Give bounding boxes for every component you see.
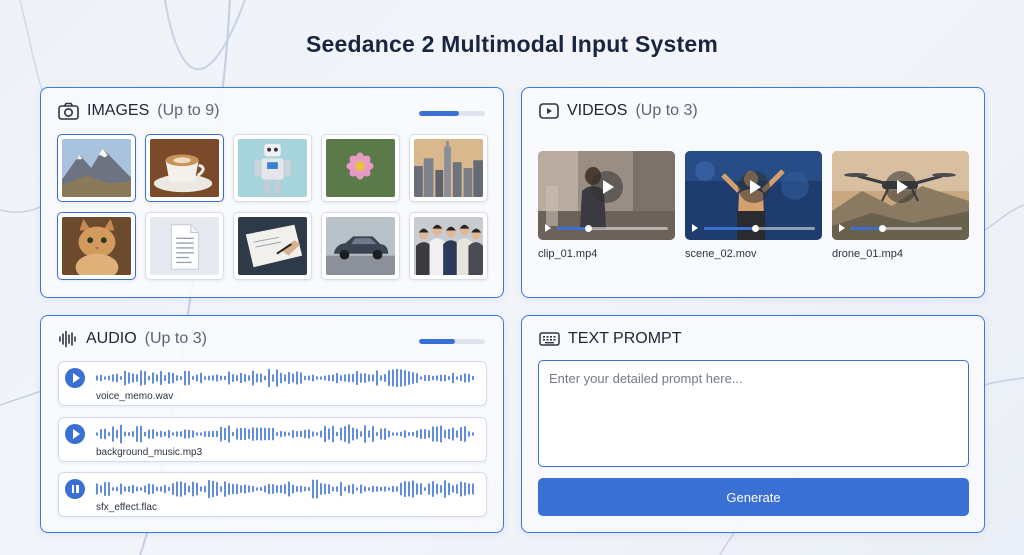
audio-track[interactable]: sfx_effect.flac — [58, 472, 487, 517]
pause-icon[interactable] — [65, 479, 85, 499]
video-card[interactable]: clip_01.mp4 — [538, 151, 675, 260]
image-thumb-mountains[interactable] — [57, 134, 136, 202]
play-icon[interactable] — [65, 368, 85, 388]
audio-track[interactable]: voice_memo.wav — [58, 361, 487, 406]
image-thumb-pink-flower[interactable] — [321, 134, 400, 202]
image-thumb-city-skyline[interactable] — [409, 134, 488, 202]
text-prompt-header: TEXT PROMPT — [539, 328, 682, 350]
text-prompt-title: TEXT PROMPT — [568, 330, 682, 347]
video-scrubber[interactable] — [557, 224, 668, 232]
video-card[interactable]: drone_01.mp4 — [832, 151, 969, 260]
video-thumbnail[interactable] — [685, 151, 822, 240]
text-prompt-panel: TEXT PROMPT Generate — [521, 315, 985, 533]
video-thumbnail[interactable] — [832, 151, 969, 240]
play-icon[interactable] — [65, 424, 85, 444]
images-limit: (Up to 9) — [157, 102, 220, 119]
play-icon[interactable] — [737, 171, 770, 204]
images-progress-bar — [419, 111, 485, 116]
videos-panel: VIDEOS (Up to 3) clip_01.mp4 scene_02.mo… — [521, 87, 985, 298]
video-controls[interactable] — [692, 224, 815, 232]
waveform-icon — [58, 330, 78, 348]
images-progress-fill — [419, 111, 459, 116]
image-thumb-coffee-cup[interactable] — [145, 134, 224, 202]
play-small-icon[interactable] — [692, 224, 698, 232]
waveform[interactable] — [95, 479, 479, 499]
video-filename: scene_02.mov — [685, 248, 757, 260]
waveform[interactable] — [95, 368, 479, 388]
video-filename: drone_01.mp4 — [832, 248, 903, 260]
play-small-icon[interactable] — [839, 224, 845, 232]
audio-filename: sfx_effect.flac — [96, 502, 157, 513]
keyboard-icon — [539, 332, 560, 346]
video-thumbnail[interactable] — [538, 151, 675, 240]
image-thumb-robot[interactable] — [233, 134, 312, 202]
video-filename: clip_01.mp4 — [538, 248, 598, 260]
images-panel-header: IMAGES (Up to 9) — [58, 100, 219, 122]
audio-filename: voice_memo.wav — [96, 391, 174, 402]
audio-progress-bar — [419, 339, 485, 344]
video-scrubber[interactable] — [704, 224, 815, 232]
video-scrubber[interactable] — [851, 224, 962, 232]
videos-panel-header: VIDEOS (Up to 3) — [539, 100, 698, 122]
audio-panel: AUDIO (Up to 3) voice_memo.wav backgroun… — [40, 315, 504, 533]
video-icon — [539, 103, 559, 119]
generate-button[interactable]: Generate — [538, 478, 969, 516]
waveform[interactable] — [95, 424, 479, 444]
audio-limit: (Up to 3) — [144, 330, 207, 347]
audio-progress-fill — [419, 339, 456, 344]
audio-title: AUDIO — [86, 330, 137, 347]
page-title: Seedance 2 Multimodal Input System — [306, 31, 718, 57]
videos-limit: (Up to 3) — [635, 102, 698, 119]
image-thumb-cat[interactable] — [57, 212, 136, 280]
video-controls[interactable] — [839, 224, 962, 232]
audio-panel-header: AUDIO (Up to 3) — [58, 328, 207, 350]
prompt-input[interactable] — [538, 360, 969, 467]
image-thumb-group-photo[interactable] — [409, 212, 488, 280]
video-controls[interactable] — [545, 224, 668, 232]
images-panel: IMAGES (Up to 9) — [40, 87, 504, 298]
play-icon[interactable] — [590, 171, 623, 204]
camera-icon — [58, 102, 79, 120]
videos-title: VIDEOS — [567, 102, 628, 119]
image-thumb-document[interactable] — [145, 212, 224, 280]
image-thumb-hand-writing[interactable] — [233, 212, 312, 280]
video-card[interactable]: scene_02.mov — [685, 151, 822, 260]
audio-filename: background_music.mp3 — [96, 447, 203, 458]
images-title: IMAGES — [87, 102, 150, 119]
play-icon[interactable] — [884, 171, 917, 204]
play-small-icon[interactable] — [545, 224, 551, 232]
image-thumb-car[interactable] — [321, 212, 400, 280]
audio-track[interactable]: background_music.mp3 — [58, 417, 487, 462]
